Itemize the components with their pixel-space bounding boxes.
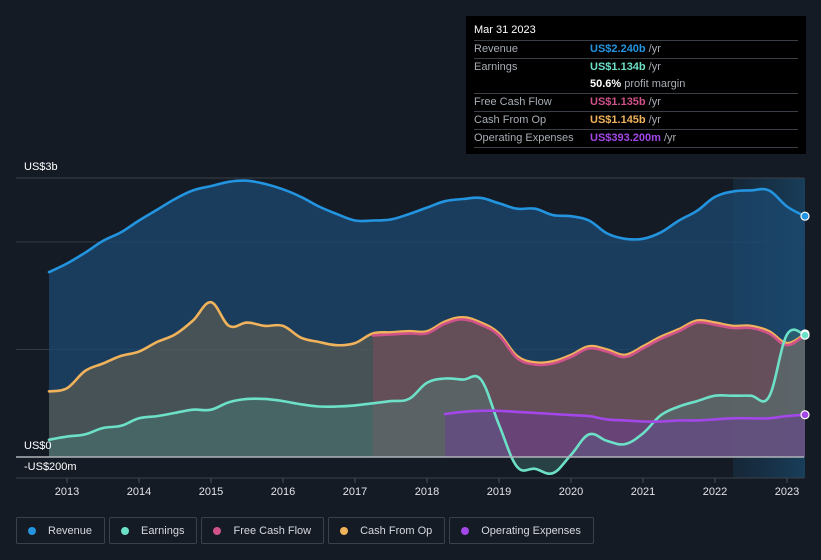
- tooltip-label: [474, 76, 590, 92]
- tooltip-label: Free Cash Flow: [474, 96, 552, 108]
- tooltip-label: Operating Expenses: [474, 132, 574, 144]
- tooltip-row-earnings: Earnings US$1.134b /yr: [474, 59, 798, 76]
- tooltip-row-opex: Operating Expenses US$393.200m /yr: [474, 130, 798, 148]
- x-tick-label: 2014: [127, 486, 151, 498]
- revenue-dot-icon: [28, 526, 36, 535]
- x-tick-label: 2017: [343, 486, 367, 498]
- tooltip-unit: profit margin: [624, 78, 686, 90]
- legend-item-operating-expenses[interactable]: Operating Expenses: [449, 517, 594, 544]
- chart-legend: Revenue Earnings Free Cash Flow Cash Fro…: [16, 517, 594, 544]
- legend-label: Cash From Op: [360, 524, 433, 537]
- x-tick-label: 2015: [199, 486, 223, 498]
- x-tick-label: 2018: [415, 486, 439, 498]
- earnings-dot-icon: [121, 526, 130, 535]
- x-tick-label: 2022: [703, 486, 727, 498]
- x-tick-label: 2020: [559, 486, 583, 498]
- x-tick-label: 2023: [775, 486, 799, 498]
- legend-item-cash-from-op[interactable]: Cash From Op: [328, 517, 446, 544]
- legend-label: Operating Expenses: [481, 524, 581, 537]
- tooltip-unit: /yr: [663, 132, 677, 144]
- tooltip-row-revenue: Revenue US$2.240b /yr: [474, 41, 798, 59]
- tooltip-value: 50.6%: [590, 78, 622, 90]
- y-tick-label-zero: US$0: [24, 440, 52, 452]
- tooltip-value: US$1.145b: [590, 114, 646, 126]
- operating-expenses-endpoint: [800, 410, 810, 420]
- y-tick-label-top: US$3b: [24, 161, 58, 173]
- legend-item-revenue[interactable]: Revenue: [16, 517, 106, 544]
- legend-label: Revenue: [48, 524, 93, 537]
- tooltip-value: US$393.200m: [590, 132, 661, 144]
- y-tick-label-bottom: -US$200m: [24, 461, 77, 473]
- free-cash-flow-dot-icon: [213, 526, 222, 535]
- tooltip-unit: /yr: [648, 43, 661, 55]
- x-tick-label: 2021: [631, 486, 655, 498]
- revenue-endpoint: [800, 211, 810, 221]
- tooltip-row-fcf: Free Cash Flow US$1.135b /yr: [474, 94, 798, 112]
- tooltip-row-profit-margin: 50.6% profit margin: [474, 76, 798, 94]
- x-tick-label: 2016: [271, 486, 295, 498]
- tooltip-date: Mar 31 2023: [474, 22, 798, 41]
- x-tick-label: 2013: [55, 486, 79, 498]
- tooltip-label: Revenue: [474, 43, 519, 55]
- tooltip-value: US$2.240b: [590, 43, 646, 55]
- legend-item-free-cash-flow[interactable]: Free Cash Flow: [201, 517, 325, 544]
- tooltip-value: US$1.134b: [590, 61, 646, 73]
- tooltip-value: US$1.135b: [590, 96, 646, 108]
- operating-expenses-dot-icon: [461, 526, 470, 535]
- earnings-endpoint: [800, 330, 810, 340]
- tooltip-panel: Mar 31 2023 Revenue US$2.240b /yr Earnin…: [466, 16, 806, 154]
- tooltip-label: Earnings: [474, 61, 518, 73]
- x-tick-label: 2019: [487, 486, 511, 498]
- legend-label: Free Cash Flow: [233, 524, 312, 537]
- tooltip-label: Cash From Op: [474, 114, 547, 126]
- cash-from-op-dot-icon: [340, 526, 349, 535]
- tooltip-unit: /yr: [648, 114, 661, 126]
- tooltip-unit: /yr: [648, 61, 661, 73]
- legend-label: Earnings: [141, 524, 185, 537]
- legend-item-earnings[interactable]: Earnings: [109, 517, 198, 544]
- tooltip-row-cfo: Cash From Op US$1.145b /yr: [474, 112, 798, 130]
- tooltip-unit: /yr: [648, 96, 661, 108]
